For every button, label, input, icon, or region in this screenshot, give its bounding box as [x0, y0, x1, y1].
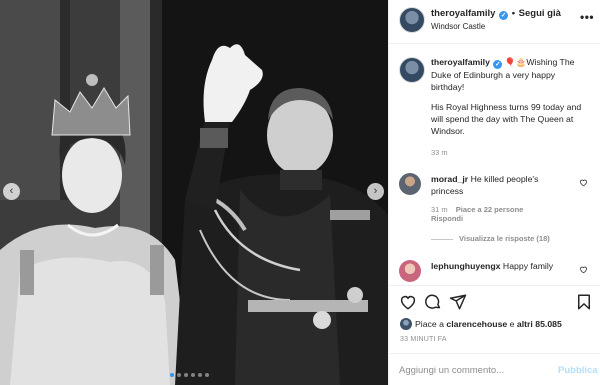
view-replies-label: Visualizza le risposte (18)	[459, 234, 550, 243]
post-side-panel: theroyalfamily ✓ • Segui già Windsor Cas…	[388, 0, 600, 385]
chevron-left-icon: ‹	[9, 185, 14, 197]
more-options-button[interactable]: •••	[580, 10, 594, 24]
carousel-dot	[191, 373, 195, 377]
comment-like-heart-icon[interactable]	[579, 265, 588, 274]
likes-others[interactable]: altri 85.085	[517, 319, 562, 329]
comment-time[interactable]: 31 m	[431, 205, 448, 214]
comment-avatar[interactable]	[399, 260, 421, 282]
caption-time[interactable]: 33 m	[431, 148, 448, 157]
post-timestamp[interactable]: 33 MINUTI FA	[400, 336, 447, 343]
likes-summary: Piace a clarencehouse e altri 85.085	[400, 318, 562, 330]
chevron-right-icon: ›	[373, 185, 378, 197]
comment-text: morad_jr He killed people's princess	[431, 173, 571, 197]
post-location[interactable]: Windsor Castle	[431, 22, 485, 31]
post-username[interactable]: theroyalfamily	[431, 8, 495, 19]
likes-prefix: Piace a	[415, 319, 447, 329]
verified-badge-icon: ✓	[493, 60, 503, 69]
add-comment-bar: Pubblica	[389, 353, 600, 385]
previous-slide-button[interactable]: ‹	[3, 183, 20, 200]
comment-likes-count[interactable]: Piace a 22 persone	[456, 205, 524, 214]
post-image-illustration	[0, 0, 388, 385]
caption-emoji: 🎈🎂	[504, 57, 527, 67]
carousel-dot	[198, 373, 202, 377]
caption-username[interactable]: theroyalfamily	[431, 57, 490, 67]
bookmark-icon[interactable]	[575, 293, 593, 311]
comment-text: lephunghuyengx Happy family	[431, 260, 571, 272]
carousel-dot	[177, 373, 181, 377]
caption-text: theroyalfamily ✓ 🎈🎂Wishing The Duke of E…	[431, 56, 583, 93]
avatar[interactable]	[399, 7, 425, 33]
liker-username[interactable]: clarencehouse	[446, 319, 507, 329]
paper-plane-icon[interactable]	[449, 293, 467, 311]
heart-icon[interactable]	[399, 293, 417, 311]
carousel-dot	[205, 373, 209, 377]
caption-avatar[interactable]	[399, 57, 425, 83]
comment-bubble-icon[interactable]	[424, 293, 442, 311]
replies-divider	[431, 238, 453, 240]
post-header: theroyalfamily ✓ • Segui già Windsor Cas…	[389, 0, 600, 44]
verified-badge-icon: ✓	[499, 11, 509, 20]
liker-avatar[interactable]	[400, 318, 412, 330]
comment-like-heart-icon[interactable]	[579, 178, 588, 187]
post-photo[interactable]: ‹ ›	[0, 0, 388, 385]
carousel-dots	[170, 373, 209, 377]
likes-middle: e	[507, 319, 517, 329]
comment-body: Happy family	[502, 261, 554, 271]
caption-paragraph-2: His Royal Highness turns 99 today and wi…	[431, 102, 582, 136]
comment-input[interactable]	[399, 361, 549, 379]
comment-username[interactable]: lephunghuyengx	[431, 261, 501, 271]
view-replies-button[interactable]: Visualizza le risposte (18)	[431, 234, 550, 243]
publish-button[interactable]: Pubblica	[558, 365, 598, 376]
separator-dot: •	[511, 8, 516, 19]
comments-list[interactable]: theroyalfamily ✓ 🎈🎂Wishing The Duke of E…	[389, 45, 600, 285]
next-slide-button[interactable]: ›	[367, 183, 384, 200]
following-button[interactable]: Segui già	[519, 8, 561, 19]
comment-meta: 31 m Piace a 22 persone	[431, 205, 523, 214]
carousel-dot	[184, 373, 188, 377]
comment-username[interactable]: morad_jr	[431, 174, 468, 184]
carousel-dot	[170, 373, 174, 377]
comment-avatar[interactable]	[399, 173, 421, 195]
reply-button[interactable]: Rispondi	[431, 214, 463, 223]
